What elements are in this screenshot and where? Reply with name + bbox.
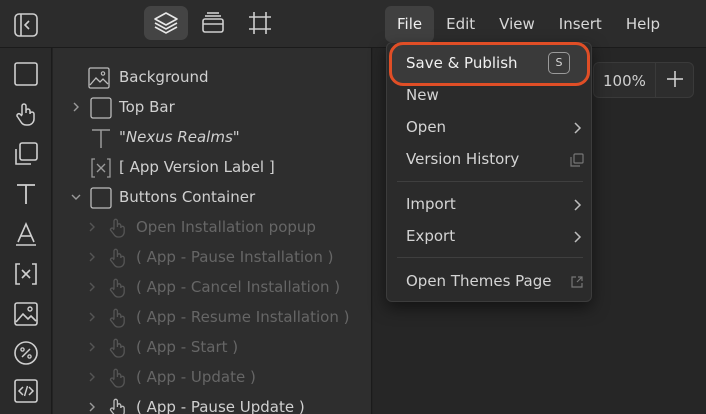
hand-pointer-icon <box>107 367 129 389</box>
menu-file[interactable]: File <box>385 6 435 42</box>
copy-icon <box>570 153 584 167</box>
shortcut-badge: S <box>548 52 570 74</box>
hand-pointer-icon <box>107 247 129 269</box>
chevron-right-icon[interactable] <box>85 400 99 414</box>
hand-pointer-icon <box>107 217 129 239</box>
layer-row[interactable]: Open Installation popup <box>53 213 371 243</box>
variable-icon <box>90 157 112 179</box>
menu-item-label: Export <box>406 227 456 245</box>
chevron-right-icon[interactable] <box>85 340 99 354</box>
image-tool-icon[interactable] <box>12 300 40 328</box>
layer-row[interactable]: ( App - Update ) <box>53 363 371 393</box>
text-icon <box>90 127 112 149</box>
layer-row[interactable]: "Nexus Realms" <box>53 123 371 153</box>
layer-label: ( App - Start ) <box>136 338 239 356</box>
layer-label: [ App Version Label ] <box>119 158 275 176</box>
layer-label: Buttons Container <box>119 188 256 206</box>
layer-label: ( App - Resume Installation ) <box>136 308 350 326</box>
menu-separator <box>397 257 583 258</box>
zoom-value[interactable]: 100% <box>603 72 646 90</box>
layer-row[interactable]: ( App - Pause Update ) <box>53 393 371 414</box>
layer-label: Top Bar <box>119 98 175 116</box>
chevron-right-icon[interactable] <box>85 250 99 264</box>
hand-pointer-icon <box>107 397 129 414</box>
image-icon <box>88 67 110 89</box>
layer-label: ( App - Update ) <box>136 368 256 386</box>
menu-item-open[interactable]: Open <box>387 113 593 143</box>
chevron-right-icon <box>570 121 584 135</box>
percent-tool-icon[interactable] <box>12 339 40 367</box>
layer-row[interactable]: ( App - Cancel Installation ) <box>53 273 371 303</box>
text-tool-icon[interactable] <box>12 180 40 208</box>
external-link-icon <box>570 275 584 289</box>
variable-tool-icon[interactable] <box>12 260 40 288</box>
menu-item-version-history[interactable]: Version History <box>387 145 593 175</box>
hand-pointer-icon <box>107 337 129 359</box>
menu-separator <box>397 181 583 182</box>
layer-row[interactable]: Buttons Container <box>53 183 371 213</box>
menu-edit[interactable]: Edit <box>434 6 487 42</box>
layer-row[interactable]: Background <box>53 63 371 93</box>
layers-panel: Background Top Bar "Nexus Realms" [ App … <box>53 48 372 414</box>
layer-label: Open Installation popup <box>136 218 316 236</box>
menu-item-import[interactable]: Import <box>387 190 593 220</box>
rectangle-tool-icon[interactable] <box>12 60 40 88</box>
layer-label: ( App - Pause Installation ) <box>136 248 334 266</box>
chevron-right-icon[interactable] <box>85 310 99 324</box>
zoom-divider <box>655 62 656 98</box>
layer-row[interactable]: ( App - Resume Installation ) <box>53 303 371 333</box>
layer-row[interactable]: ( App - Pause Installation ) <box>53 243 371 273</box>
frame-icon <box>90 97 112 119</box>
menu-item-label: Save & Publish <box>406 54 518 72</box>
layer-label: Background <box>119 68 209 86</box>
menu-item-label: New <box>406 86 439 104</box>
menu-insert[interactable]: Insert <box>547 6 614 42</box>
component-tool-icon[interactable] <box>12 140 40 168</box>
chevron-right-icon[interactable] <box>85 220 99 234</box>
menu-item-label: Open <box>406 118 447 136</box>
hand-pointer-icon <box>107 307 129 329</box>
frame-icon <box>90 187 112 209</box>
font-tool-icon[interactable] <box>12 220 40 248</box>
layer-label: ( App - Cancel Installation ) <box>136 278 341 296</box>
chevron-right-icon[interactable] <box>85 280 99 294</box>
menu-item-open-themes[interactable]: Open Themes Page <box>387 267 593 297</box>
code-tool-icon[interactable] <box>12 377 40 405</box>
frame-tool-tab-icon[interactable] <box>238 6 282 40</box>
assets-tab-icon[interactable] <box>191 6 235 40</box>
hand-pointer-icon <box>107 277 129 299</box>
layer-row[interactable]: [ App Version Label ] <box>53 153 371 183</box>
layer-row[interactable]: ( App - Start ) <box>53 333 371 363</box>
layer-label: "Nexus Realms" <box>119 128 240 146</box>
chevron-right-icon[interactable] <box>85 370 99 384</box>
tool-strip <box>0 48 52 414</box>
chevron-right-icon <box>570 230 584 244</box>
menu-bar: File Edit View Insert Help <box>385 6 672 42</box>
menu-item-export[interactable]: Export <box>387 222 593 252</box>
chevron-right-icon <box>570 198 584 212</box>
menu-item-label: Open Themes Page <box>406 272 552 290</box>
layer-row[interactable]: Top Bar <box>53 93 371 123</box>
interaction-tool-icon[interactable] <box>12 100 40 128</box>
menu-item-label: Version History <box>406 150 520 168</box>
chevron-right-icon[interactable] <box>69 100 83 114</box>
menu-help[interactable]: Help <box>614 6 672 42</box>
menu-view[interactable]: View <box>487 6 547 42</box>
layers-tab-icon[interactable] <box>144 6 188 40</box>
layer-label: ( App - Pause Update ) <box>136 398 305 414</box>
menu-item-label: Import <box>406 195 456 213</box>
zoom-in-icon[interactable] <box>664 68 686 90</box>
chevron-down-icon[interactable] <box>69 190 83 204</box>
collapse-sidebar-icon[interactable] <box>12 11 40 39</box>
